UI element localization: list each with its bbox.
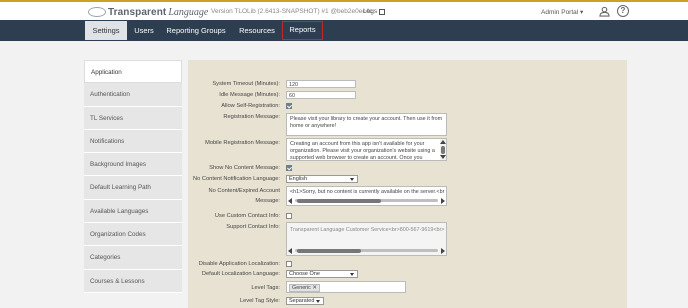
- admin-portal-dropdown[interactable]: Admin Portal ▾: [541, 8, 583, 16]
- tab-resources[interactable]: Resources: [233, 21, 281, 40]
- application-settings-panel: System Timeout (Minutes): 120 Idle Messa…: [188, 60, 627, 308]
- chevron-down-icon: [316, 300, 320, 303]
- no-content-language-select[interactable]: English: [286, 175, 358, 183]
- user-icon[interactable]: [599, 6, 610, 17]
- scroll-right-icon[interactable]: [441, 198, 445, 204]
- logs-link[interactable]: Logs: [363, 8, 386, 15]
- chevron-down-icon: [350, 178, 354, 181]
- tab-reports[interactable]: Reports: [282, 21, 323, 40]
- sidebar-item-organization-codes[interactable]: Organization Codes: [84, 223, 182, 247]
- sidebar-item-default-learning-path[interactable]: Default Learning Path: [84, 176, 182, 200]
- sidebar-item-courses-lessons[interactable]: Courses & Lessons: [84, 269, 182, 293]
- sidebar-item-available-languages[interactable]: Available Languages: [84, 199, 182, 224]
- level-tag-generic: Generic ✕: [289, 284, 320, 292]
- scroll-thumb[interactable]: [297, 248, 361, 253]
- mobile-registration-message-label: Mobile Registration Message:: [205, 140, 280, 146]
- scroll-down-icon[interactable]: [440, 155, 446, 159]
- level-tag-style-select[interactable]: Separated: [286, 297, 324, 305]
- level-tag-text: Generic: [292, 285, 311, 291]
- help-icon[interactable]: ?: [617, 5, 629, 17]
- chevron-down-icon: [350, 273, 354, 276]
- sidebar-item-tl-services[interactable]: TL Services: [84, 106, 182, 130]
- sidebar-item-authentication[interactable]: Authentication: [84, 83, 182, 107]
- no-content-message-text: <h1>Sorry, but no content is currently a…: [290, 189, 445, 195]
- support-contact-text: Transparent Language Customer Service<br…: [290, 227, 445, 233]
- default-localization-select[interactable]: Choose One: [286, 270, 358, 278]
- show-no-content-label: Show No Content Message:: [209, 165, 280, 171]
- level-tags-label: Level Tags:: [251, 285, 280, 291]
- disable-localization-label: Disable Application Localization:: [198, 261, 280, 267]
- use-custom-contact-label: Use Custom Contact Info:: [214, 213, 280, 219]
- support-contact-hscrollbar[interactable]: [287, 247, 446, 254]
- mobile-registration-scrollbar[interactable]: [440, 139, 446, 160]
- tab-reporting-groups[interactable]: Reporting Groups: [162, 21, 230, 40]
- sidebar-item-notifications[interactable]: Notifications: [84, 129, 182, 154]
- scroll-up-icon[interactable]: [440, 140, 446, 144]
- default-localization-value: Choose One: [289, 271, 320, 277]
- mobile-registration-message-textarea[interactable]: Creating an account from this app isn't …: [286, 138, 447, 161]
- level-tags-input[interactable]: Generic ✕: [286, 281, 406, 293]
- external-link-icon: [379, 8, 386, 15]
- no-content-language-label: No Content Notification Language:: [193, 176, 280, 182]
- logo-sub-text: Language: [168, 6, 209, 18]
- idle-message-input[interactable]: 60: [286, 91, 356, 99]
- registration-message-label: Registration Message:: [223, 114, 280, 120]
- logs-label: Logs: [363, 8, 378, 15]
- no-content-language-value: English: [289, 176, 308, 182]
- disable-localization-checkbox[interactable]: [286, 261, 292, 267]
- scroll-right-icon[interactable]: [441, 248, 445, 254]
- scroll-left-icon[interactable]: [288, 248, 292, 254]
- no-content-message-label: No Content/Expired Account Message:: [208, 188, 280, 204]
- allow-self-registration-label: Allow Self-Registration:: [221, 103, 280, 109]
- support-contact-textarea[interactable]: Transparent Language Customer Service<br…: [286, 222, 447, 256]
- mobile-registration-message-text: Creating an account from this app isn't …: [290, 141, 435, 161]
- logo-swoosh-icon: [88, 7, 106, 17]
- support-contact-label: Support Contact Info:: [226, 224, 280, 230]
- system-timeout-label: System Timeout (Minutes):: [212, 81, 280, 87]
- main-navbar: Settings Users Reporting Groups Resource…: [0, 20, 688, 41]
- default-localization-label: Default Localization Language:: [201, 271, 280, 277]
- scroll-thumb[interactable]: [297, 198, 381, 203]
- use-custom-contact-checkbox[interactable]: [286, 213, 292, 219]
- registration-message-textarea[interactable]: Please visit your library to create your…: [286, 113, 447, 136]
- tab-users[interactable]: Users: [128, 21, 160, 40]
- level-tag-style-label: Level Tag Style:: [239, 298, 280, 304]
- allow-self-registration-checkbox[interactable]: [286, 103, 292, 109]
- sidebar-item-categories[interactable]: Categories: [84, 246, 182, 270]
- scroll-left-icon[interactable]: [288, 198, 292, 204]
- no-content-message-textarea[interactable]: <h1>Sorry, but no content is currently a…: [286, 186, 447, 206]
- idle-message-label: Idle Message (Minutes):: [219, 92, 280, 98]
- header: Transparent Language Version TLOLib (2.6…: [0, 2, 688, 20]
- show-no-content-checkbox[interactable]: [286, 165, 292, 171]
- version-text: Version TLOLib (2.6413-SNAPSHOT) #1 @beb…: [211, 8, 373, 15]
- logo-main-text: Transparent: [108, 6, 167, 18]
- remove-tag-icon[interactable]: ✕: [312, 285, 317, 291]
- transparent-language-logo[interactable]: Transparent Language: [88, 5, 208, 19]
- level-tag-style-value: Separated: [289, 298, 315, 304]
- sidebar-item-application[interactable]: Application: [84, 60, 182, 84]
- settings-sidebar: Application Authentication TL Services N…: [84, 60, 182, 293]
- system-timeout-input[interactable]: 120: [286, 80, 356, 88]
- no-content-message-hscrollbar[interactable]: [287, 197, 446, 204]
- scroll-thumb[interactable]: [441, 146, 445, 154]
- sidebar-item-background-images[interactable]: Background Images: [84, 153, 182, 177]
- tab-settings[interactable]: Settings: [85, 21, 127, 40]
